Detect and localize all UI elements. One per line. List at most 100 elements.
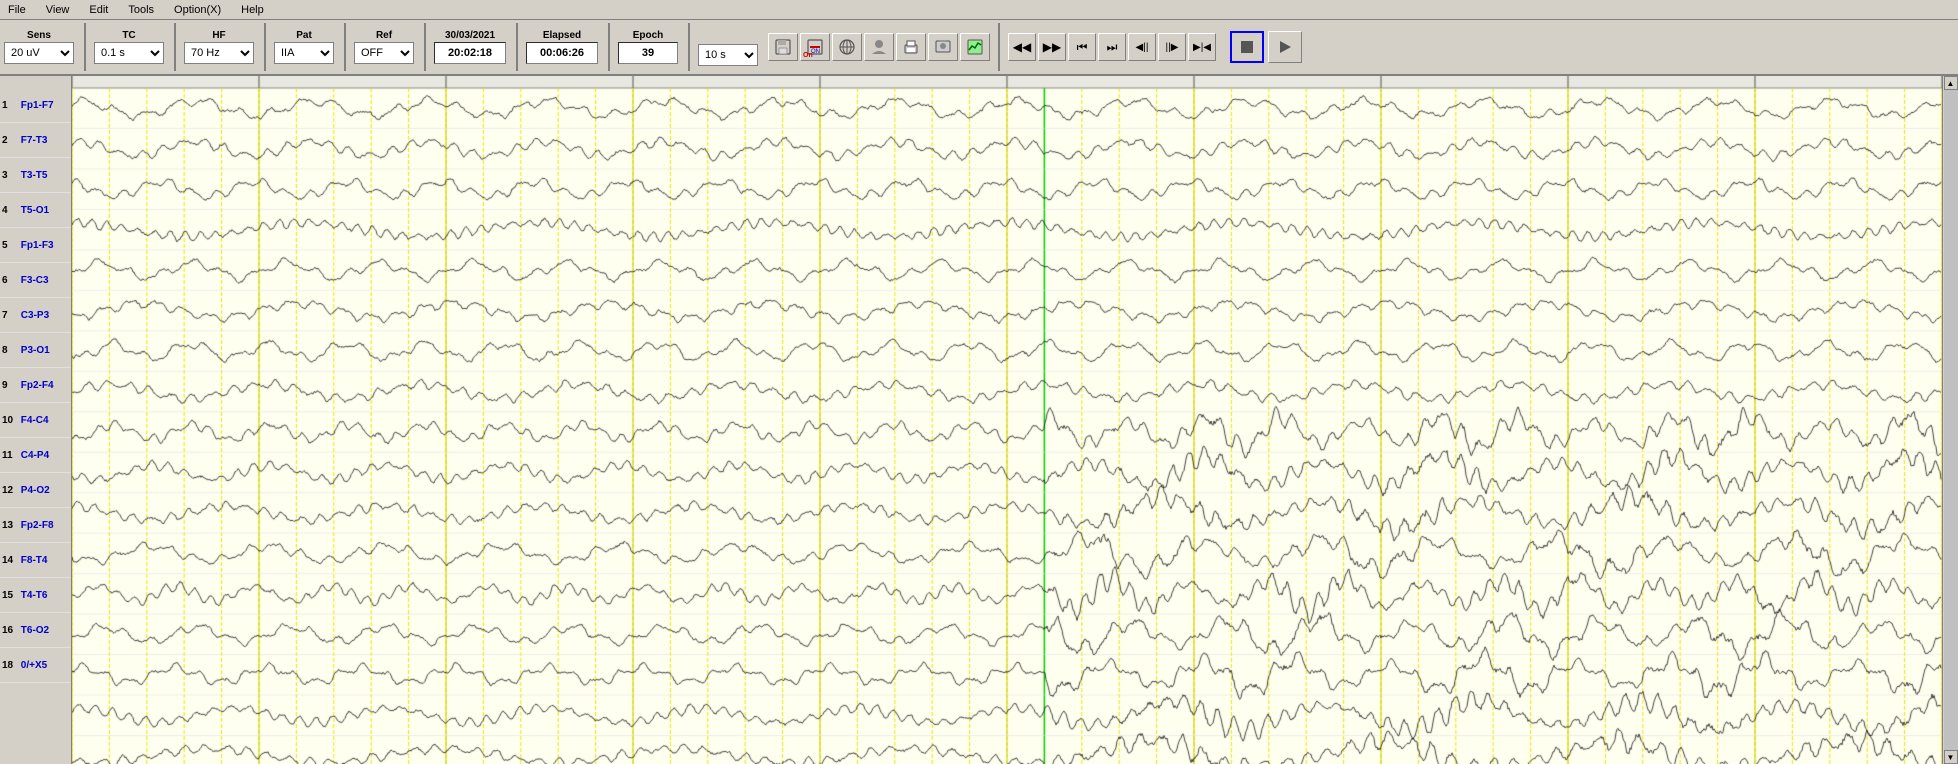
pat-select[interactable]: IIARefIIB — [274, 42, 334, 64]
tc-group: TC 0.1 s0.03 s0.3 s1 s — [94, 30, 164, 64]
chart-button[interactable] — [960, 33, 990, 61]
print-button[interactable] — [896, 33, 926, 61]
scroll-up-button[interactable]: ▲ — [1944, 76, 1958, 90]
date-label: 30/03/2021 — [445, 30, 495, 41]
action-buttons: ON On — [768, 33, 990, 61]
menubar: File View Edit Tools Option(X) Help — [0, 0, 1958, 20]
menu-file[interactable]: File — [4, 4, 30, 16]
ch-name: Fp1-F7 — [21, 100, 54, 111]
tc-label: TC — [122, 30, 135, 41]
ch-name: T3-T5 — [21, 170, 48, 181]
menu-edit[interactable]: Edit — [85, 4, 112, 16]
first-button[interactable]: ⏮ — [1068, 33, 1096, 61]
ch-num: 8 — [2, 345, 18, 356]
screenshot-button[interactable] — [928, 33, 958, 61]
channel-label-3: 3 T3-T5 — [0, 158, 71, 193]
ch-name: T6-O2 — [21, 625, 49, 636]
window-select[interactable]: 10 s5 s20 s30 s — [698, 44, 758, 66]
hf-select[interactable]: 70 Hz15 Hz30 Hz100 Hz — [184, 42, 254, 64]
hf-label: HF — [212, 30, 225, 41]
last-button[interactable]: ⏭ — [1098, 33, 1126, 61]
ch-num: 4 — [2, 205, 18, 216]
main-content: 1 Fp1-F72 F7-T33 T3-T54 T5-O15 Fp1-F36 F… — [0, 76, 1958, 764]
window-group: 10 s5 s20 s30 s — [698, 29, 758, 66]
step-forward-button[interactable]: ||▶ — [1158, 33, 1186, 61]
sens-group: Sens 20 uV5 uV10 uV50 uV — [4, 30, 74, 64]
zoom-center-button[interactable]: ▶|◀ — [1188, 33, 1216, 61]
tc-select[interactable]: 0.1 s0.03 s0.3 s1 s — [94, 42, 164, 64]
fast-back-button[interactable]: ◀◀ — [1008, 33, 1036, 61]
channel-label-11: 11 C4-P4 — [0, 438, 71, 473]
ch-name: C3-P3 — [21, 310, 49, 321]
ch-num: 6 — [2, 275, 18, 286]
channel-label-18: 18 0/+X5 — [0, 648, 71, 683]
fast-forward-button[interactable]: ▶▶ — [1038, 33, 1066, 61]
channel-label-9: 9 Fp2-F4 — [0, 368, 71, 403]
time-value: 20:02:18 — [434, 42, 506, 64]
divider-3 — [264, 23, 266, 71]
divider-7 — [608, 23, 610, 71]
divider-1 — [84, 23, 86, 71]
channel-label-10: 10 F4-C4 — [0, 403, 71, 438]
play-button[interactable] — [1268, 31, 1302, 63]
ch-num: 16 — [2, 625, 18, 636]
epoch-label: Epoch — [633, 30, 664, 41]
ch-name: F8-T4 — [21, 555, 48, 566]
nav-buttons: ◀◀ ▶▶ ⏮ ⏭ ◀|| ||▶ ▶|◀ — [1008, 33, 1216, 61]
channel-label-1: 1 Fp1-F7 — [0, 88, 71, 123]
ch-num: 14 — [2, 555, 18, 566]
eeg-area — [72, 76, 1942, 764]
pat-label: Pat — [296, 30, 312, 41]
edit-button[interactable]: ON On — [800, 33, 830, 61]
channel-label-12: 12 P4-O2 — [0, 473, 71, 508]
channel-label-14: 14 F8-T4 — [0, 543, 71, 578]
vertical-scrollbar[interactable]: ▲ ▼ — [1942, 76, 1958, 764]
channel-labels: 1 Fp1-F72 F7-T33 T3-T54 T5-O15 Fp1-F36 F… — [0, 76, 72, 764]
menu-view[interactable]: View — [42, 4, 74, 16]
step-back-button[interactable]: ◀|| — [1128, 33, 1156, 61]
ch-num: 9 — [2, 380, 18, 391]
ch-num: 2 — [2, 135, 18, 146]
divider-2 — [174, 23, 176, 71]
ch-name: F7-T3 — [21, 135, 48, 146]
ch-num: 5 — [2, 240, 18, 251]
user-button[interactable] — [864, 33, 894, 61]
sens-select[interactable]: 20 uV5 uV10 uV50 uV — [4, 42, 74, 64]
channel-label-16: 16 T6-O2 — [0, 613, 71, 648]
ch-name: Fp2-F8 — [21, 520, 54, 531]
elapsed-group: Elapsed 00:06:26 — [526, 30, 598, 64]
stop-button[interactable] — [1230, 31, 1264, 63]
divider-6 — [516, 23, 518, 71]
toolbar: Sens 20 uV5 uV10 uV50 uV TC 0.1 s0.03 s0… — [0, 20, 1958, 76]
divider-8 — [688, 23, 690, 71]
globe-button[interactable] — [832, 33, 862, 61]
elapsed-value: 00:06:26 — [526, 42, 598, 64]
ref-group: Ref OFFAvgCz — [354, 30, 414, 64]
hf-group: HF 70 Hz15 Hz30 Hz100 Hz — [184, 30, 254, 64]
ch-name: C4-P4 — [21, 450, 49, 461]
divider-9 — [998, 23, 1000, 71]
ch-name: T5-O1 — [21, 205, 49, 216]
scroll-track[interactable] — [1944, 90, 1958, 750]
save-button[interactable] — [768, 33, 798, 61]
menu-tools[interactable]: Tools — [124, 4, 158, 16]
ref-label: Ref — [376, 30, 392, 41]
channel-label-4: 4 T5-O1 — [0, 193, 71, 228]
ref-select[interactable]: OFFAvgCz — [354, 42, 414, 64]
channel-label-6: 6 F3-C3 — [0, 263, 71, 298]
epoch-group: Epoch 39 — [618, 30, 678, 64]
epoch-value: 39 — [618, 42, 678, 64]
scroll-down-button[interactable]: ▼ — [1944, 750, 1958, 764]
ch-num: 13 — [2, 520, 18, 531]
on-indicator: On — [803, 52, 813, 59]
channel-label-2: 2 F7-T3 — [0, 123, 71, 158]
menu-optionx[interactable]: Option(X) — [170, 4, 225, 16]
ch-name: Fp2-F4 — [21, 380, 54, 391]
ch-num: 1 — [2, 100, 18, 111]
elapsed-label: Elapsed — [543, 30, 581, 41]
pat-group: Pat IIARefIIB — [274, 30, 334, 64]
menu-help[interactable]: Help — [237, 4, 268, 16]
channel-label-5: 5 Fp1-F3 — [0, 228, 71, 263]
channel-label-7: 7 C3-P3 — [0, 298, 71, 333]
ch-name: Fp1-F3 — [21, 240, 54, 251]
